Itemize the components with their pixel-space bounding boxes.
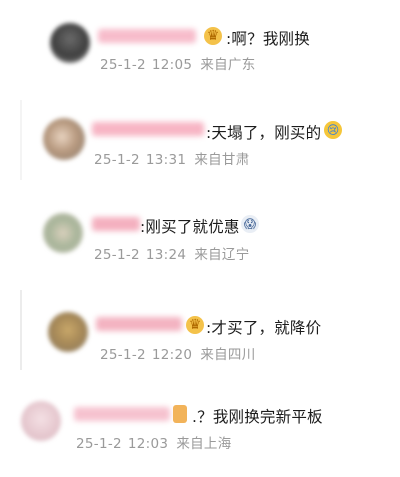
comment-date: 25-1-2 (100, 57, 146, 73)
comment-text: .？我刚换完新平板 (192, 408, 323, 426)
comment-time: 13:24 (145, 247, 187, 263)
comment-item[interactable]: .？我刚换完新平板 25-1-2 12:03 来自上海 (0, 385, 400, 477)
crown-badge-icon: ♛ (204, 27, 222, 45)
comment-meta: 25-1-2 13:31 来自甘肃 (94, 148, 250, 168)
crown-badge-icon: ♛ (186, 316, 204, 334)
comment-meta: 25-1-2 12:03 来自上海 (76, 432, 232, 452)
comment-meta: 25-1-2 13:24 来自辽宁 (94, 243, 250, 263)
username-blurred[interactable] (96, 317, 182, 331)
user-avatar[interactable] (43, 118, 85, 160)
user-avatar[interactable] (50, 23, 90, 63)
username-blurred[interactable] (92, 217, 140, 231)
comment-meta: 25-1-2 12:05 来自广东 (100, 53, 256, 73)
anguished-face-icon: 😱 (241, 215, 259, 233)
username-blurred[interactable] (98, 29, 196, 43)
username-blurred[interactable] (92, 122, 204, 136)
comment-item[interactable]: :刚买了就优惠 😱 25-1-2 13:24 来自辽宁 (0, 195, 400, 287)
crying-face-icon: 😢 (324, 121, 342, 139)
username-blurred[interactable] (74, 407, 170, 421)
comment-location: 来自甘肃 (194, 152, 250, 168)
comment-text: :刚买了就优惠 (140, 218, 240, 236)
comment-date: 25-1-2 (76, 436, 122, 452)
comment-text: :天塌了，刚买的 (206, 124, 322, 142)
user-avatar[interactable] (43, 213, 83, 253)
user-avatar[interactable] (21, 401, 61, 441)
comment-date: 25-1-2 (94, 152, 140, 168)
comment-date: 25-1-2 (94, 247, 140, 263)
comment-location: 来自上海 (176, 436, 232, 452)
comment-meta: 25-1-2 12:20 来自四川 (100, 343, 256, 363)
tag-badge-icon (173, 405, 187, 423)
comment-text: :才买了，就降价 (206, 319, 322, 337)
comment-time: 12:03 (127, 436, 169, 452)
comment-time: 13:31 (145, 152, 187, 168)
comment-item[interactable]: ♛ :才买了，就降价 25-1-2 12:20 来自四川 (0, 295, 400, 387)
user-avatar[interactable] (48, 312, 88, 352)
comment-time: 12:20 (151, 347, 193, 363)
comment-location: 来自四川 (200, 347, 256, 363)
comment-time: 12:05 (151, 57, 193, 73)
comment-date: 25-1-2 (100, 347, 146, 363)
comment-location: 来自辽宁 (194, 247, 250, 263)
comment-item[interactable]: :天塌了，刚买的 😢 25-1-2 13:31 来自甘肃 (0, 100, 400, 192)
comment-text: :啊？我刚换 (226, 30, 310, 48)
comment-item[interactable]: ♛ :啊？我刚换 25-1-2 12:05 来自广东 (0, 0, 400, 92)
comment-location: 来自广东 (200, 57, 256, 73)
